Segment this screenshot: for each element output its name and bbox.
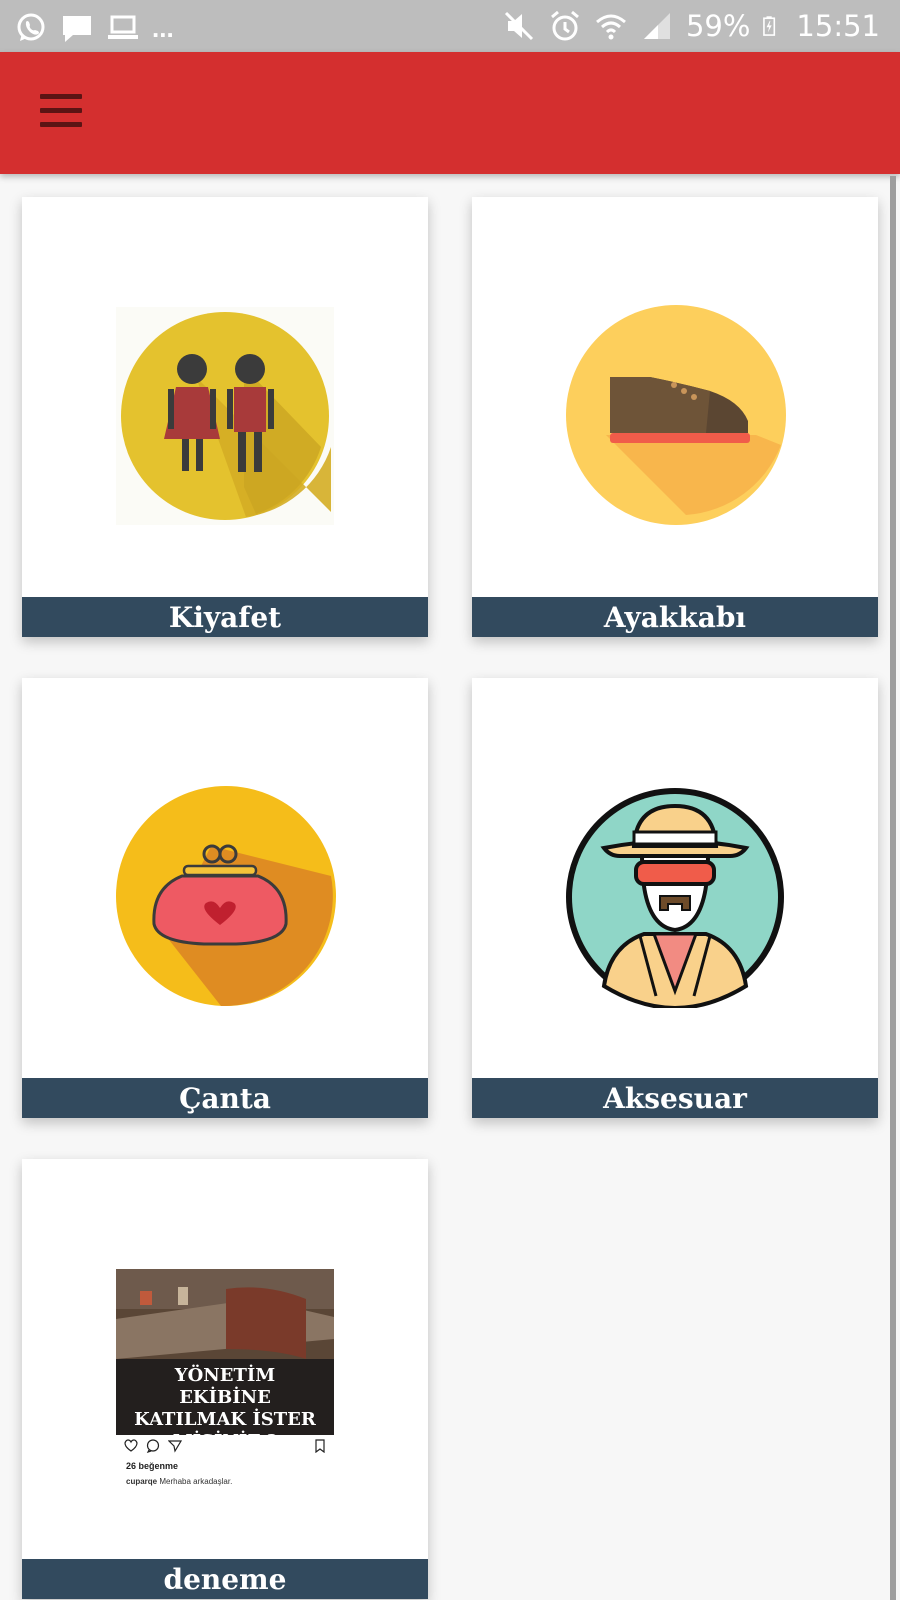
category-card-kiyafet[interactable]: Kiyafet	[22, 197, 428, 637]
share-icon	[168, 1440, 182, 1453]
instagram-post-image: YÖNETİM EKİBİNE KATILMAK İSTER MİSİNİZ ?…	[116, 1269, 334, 1499]
card-media	[22, 197, 428, 597]
card-media: YÖNETİM EKİBİNE KATILMAK İSTER MİSİNİZ ?…	[22, 1159, 428, 1559]
laptop-icon	[108, 15, 138, 39]
whatsapp-icon	[17, 13, 45, 41]
category-label: Çanta	[22, 1078, 428, 1118]
scrollbar[interactable]	[890, 176, 896, 1600]
hamburger-menu-icon[interactable]	[40, 94, 82, 130]
battery-percentage: 59%	[685, 9, 751, 43]
message-icon	[63, 16, 91, 42]
category-label: deneme	[22, 1559, 428, 1599]
category-card-canta[interactable]: Çanta	[22, 678, 428, 1118]
battery-charging-icon	[763, 16, 776, 36]
signal-icon	[643, 13, 670, 39]
category-label: Kiyafet	[22, 597, 428, 637]
category-card-ayakkabi[interactable]: Ayakkabı	[472, 197, 878, 637]
status-bar: ... 59% 15:51	[0, 0, 900, 52]
post-caption: cuparqe Merhaba arkadaşlar.	[126, 1477, 232, 1486]
detective-hat-glasses-icon	[566, 788, 784, 1008]
card-media	[472, 678, 878, 1078]
purse-icon	[116, 786, 336, 1006]
category-card-aksesuar[interactable]: Aksesuar	[472, 678, 878, 1118]
category-label: Aksesuar	[472, 1078, 878, 1118]
category-label: Ayakkabı	[472, 597, 878, 637]
wifi-icon	[595, 14, 626, 40]
category-card-deneme[interactable]: YÖNETİM EKİBİNE KATILMAK İSTER MİSİNİZ ?…	[22, 1159, 428, 1599]
shoe-icon	[566, 305, 786, 525]
status-right: 59% 15:51	[502, 6, 880, 46]
status-left: ...	[14, 8, 174, 48]
app-bar	[0, 52, 900, 174]
comment-icon	[146, 1439, 160, 1453]
heart-icon	[124, 1439, 138, 1452]
card-media	[22, 678, 428, 1078]
post-actions	[124, 1439, 182, 1453]
clothing-people-icon	[116, 307, 334, 525]
post-likes: 26 beğenme	[126, 1461, 179, 1471]
mute-icon	[504, 11, 534, 41]
clock: 15:51	[796, 9, 880, 43]
post-caption-text: Merhaba arkadaşlar.	[159, 1477, 233, 1486]
alarm-icon	[550, 10, 579, 41]
bookmark-icon	[315, 1439, 325, 1453]
post-caption-user: cuparqe	[126, 1477, 158, 1486]
more-notifications-indicator: ...	[152, 13, 174, 43]
card-media	[472, 197, 878, 597]
